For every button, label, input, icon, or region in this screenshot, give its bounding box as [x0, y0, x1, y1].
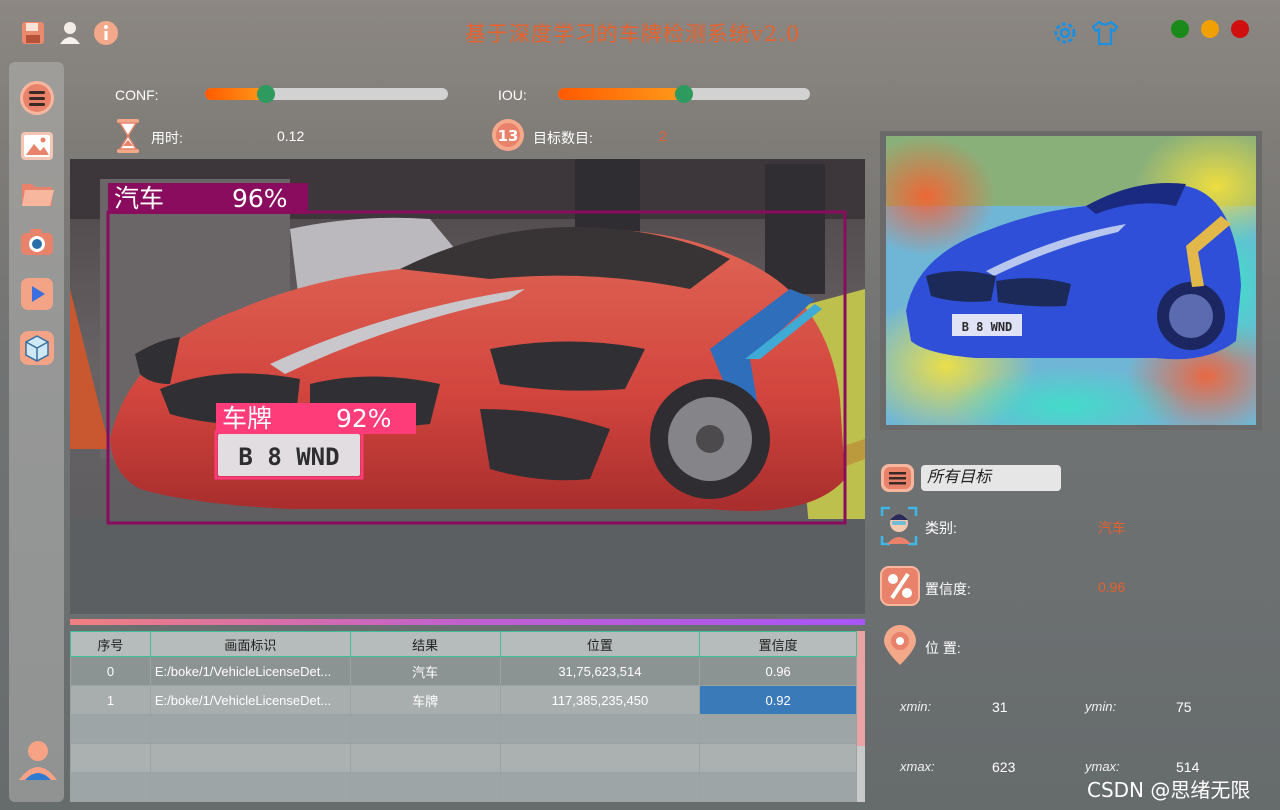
col-header-result[interactable]: 结果 [349, 631, 501, 657]
model-cube-icon[interactable] [19, 330, 55, 366]
user-icon[interactable] [55, 18, 85, 48]
ymax-value: 514 [1176, 759, 1200, 775]
cell-source[interactable]: E:/boke/1/VehicleLicenseDet... [149, 685, 351, 715]
ymin-label: ymin: [1085, 699, 1117, 714]
table-row-empty[interactable] [70, 743, 857, 773]
tshirt-skin-icon[interactable] [1090, 18, 1120, 48]
heatmap-plate-text: B 8 WND [962, 320, 1013, 334]
image-icon[interactable] [19, 128, 55, 164]
user-avatar-icon[interactable] [17, 738, 59, 782]
face-scan-icon [880, 506, 918, 546]
target-select-dropdown[interactable]: 所有目标 [921, 465, 1061, 491]
results-table: 序号 画面标识 结果 位置 置信度 0 E:/boke/1/VehicleLic… [70, 631, 857, 802]
app-title: 基于深度学习的车牌检测系统v2.0 [465, 22, 801, 46]
cell-index[interactable]: 1 [70, 685, 151, 715]
table-row-empty[interactable] [70, 772, 857, 802]
svg-text:13: 13 [498, 127, 519, 145]
confidence-value: 0.96 [1098, 579, 1126, 595]
count-label: 目标数目: [533, 130, 593, 146]
heatmap-image: B 8 WND [886, 136, 1256, 425]
col-header-source[interactable]: 画面标识 [149, 631, 351, 657]
ymax-label: ymax: [1085, 759, 1120, 774]
percent-icon [880, 566, 920, 606]
class-value: 汽车 [1098, 520, 1126, 536]
folder-icon[interactable] [19, 176, 55, 212]
cell-source[interactable]: E:/boke/1/VehicleLicenseDet... [149, 656, 351, 686]
table-header: 序号 画面标识 结果 位置 置信度 [70, 631, 857, 657]
watermark: CSDN @思绪无限 [1087, 778, 1251, 802]
close-button[interactable] [1231, 20, 1249, 38]
table-row-empty[interactable] [70, 714, 857, 744]
count-value: 2 [659, 128, 667, 144]
progress-bar [70, 619, 865, 625]
maximize-button[interactable] [1201, 20, 1219, 38]
table-row[interactable]: 1 E:/boke/1/VehicleLicenseDet... 车牌 117,… [70, 685, 857, 715]
minimize-button[interactable] [1171, 20, 1189, 38]
time-value: 0.12 [277, 128, 305, 144]
iou-slider[interactable] [558, 85, 810, 103]
iou-label: IOU: [498, 87, 527, 103]
hourglass-icon [115, 118, 141, 154]
car-box-score: 96% [232, 184, 288, 213]
car-scene: B 8 WND 汽车 96% 车牌 92% [70, 159, 865, 614]
col-header-position[interactable]: 位置 [499, 631, 701, 657]
car-box-label: 汽车 [114, 184, 164, 213]
time-label: 用时: [151, 130, 183, 146]
conf-slider[interactable] [205, 85, 448, 103]
cell-index[interactable]: 0 [70, 656, 151, 686]
confidence-label: 置信度: [925, 581, 971, 597]
col-header-confidence[interactable]: 置信度 [699, 631, 857, 657]
heatmap-frame: B 8 WND [880, 131, 1262, 430]
iou-slider-handle[interactable] [675, 85, 693, 103]
camera-icon[interactable] [19, 224, 55, 260]
target-list-icon[interactable] [880, 463, 915, 493]
video-play-icon[interactable] [19, 276, 55, 312]
location-pin-icon [880, 625, 920, 667]
table-scrollbar[interactable] [857, 631, 865, 802]
sidebar [9, 62, 64, 802]
cell-confidence-selected[interactable]: 0.92 [699, 685, 857, 715]
conf-label: CONF: [115, 87, 159, 103]
xmin-label: xmin: [900, 699, 932, 714]
class-label: 类别: [925, 520, 957, 536]
target-count-icon: 13 [491, 118, 525, 152]
table-scrollbar-thumb[interactable] [857, 631, 865, 746]
position-label: 位 置: [925, 640, 961, 656]
detection-image: B 8 WND 汽车 96% 车牌 92% [70, 159, 865, 614]
cell-result[interactable]: 汽车 [349, 656, 501, 686]
cell-position[interactable]: 117,385,235,450 [499, 685, 701, 715]
conf-slider-handle[interactable] [256, 85, 275, 103]
menu-icon[interactable] [19, 80, 55, 116]
save-icon[interactable] [18, 18, 48, 48]
ymin-value: 75 [1176, 699, 1192, 715]
xmax-value: 623 [992, 759, 1016, 775]
info-icon[interactable] [91, 18, 121, 48]
cell-result[interactable]: 车牌 [349, 685, 501, 715]
iou-slider-fill [558, 88, 684, 100]
col-header-index[interactable]: 序号 [70, 631, 151, 657]
plate-box-score: 92% [336, 404, 392, 433]
cell-position[interactable]: 31,75,623,514 [499, 656, 701, 686]
cell-confidence[interactable]: 0.96 [699, 656, 857, 686]
plate-box-label: 车牌 [222, 404, 272, 433]
settings-gear-icon[interactable] [1050, 18, 1080, 48]
table-row[interactable]: 0 E:/boke/1/VehicleLicenseDet... 汽车 31,7… [70, 656, 857, 686]
xmin-value: 31 [992, 699, 1008, 715]
xmax-label: xmax: [900, 759, 935, 774]
